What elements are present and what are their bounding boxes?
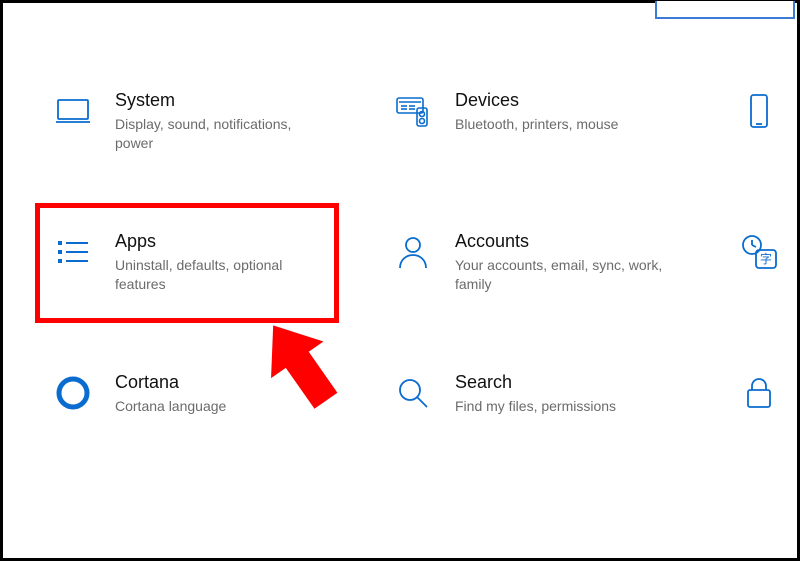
tile-search-desc: Find my files, permissions [455, 397, 616, 416]
tile-time-language[interactable]: 字 [723, 224, 800, 300]
tile-system-desc: Display, sound, notifications, power [115, 115, 325, 153]
tile-apps-desc: Uninstall, defaults, optional features [115, 256, 325, 294]
tile-apps[interactable]: Apps Uninstall, defaults, optional featu… [43, 224, 373, 300]
tile-privacy[interactable] [723, 365, 800, 422]
devices-icon [393, 91, 433, 131]
person-icon [393, 232, 433, 272]
tile-system-title: System [115, 89, 325, 111]
cortana-icon [53, 373, 93, 413]
tile-cortana[interactable]: Cortana Cortana language [43, 365, 373, 422]
tile-cortana-desc: Cortana language [115, 397, 226, 416]
apps-icon [53, 232, 93, 272]
tile-phone[interactable] [723, 83, 800, 159]
tile-accounts[interactable]: Accounts Your accounts, email, sync, wor… [383, 224, 713, 300]
display-icon [53, 91, 93, 131]
tile-apps-title: Apps [115, 230, 325, 252]
tile-search[interactable]: Search Find my files, permissions [383, 365, 713, 422]
phone-icon [739, 91, 779, 131]
time-language-icon: 字 [739, 232, 779, 272]
search-box-outline [655, 1, 795, 19]
tile-devices-desc: Bluetooth, printers, mouse [455, 115, 618, 134]
tile-search-title: Search [455, 371, 616, 393]
tile-devices-title: Devices [455, 89, 618, 111]
svg-text:字: 字 [760, 251, 772, 266]
tile-accounts-desc: Your accounts, email, sync, work, family [455, 256, 665, 294]
tile-cortana-title: Cortana [115, 371, 226, 393]
lock-icon [739, 373, 779, 413]
tile-devices[interactable]: Devices Bluetooth, printers, mouse [383, 83, 713, 159]
search-icon [393, 373, 433, 413]
tile-system[interactable]: System Display, sound, notifications, po… [43, 83, 373, 159]
settings-grid: System Display, sound, notifications, po… [43, 83, 797, 422]
tile-accounts-title: Accounts [455, 230, 665, 252]
